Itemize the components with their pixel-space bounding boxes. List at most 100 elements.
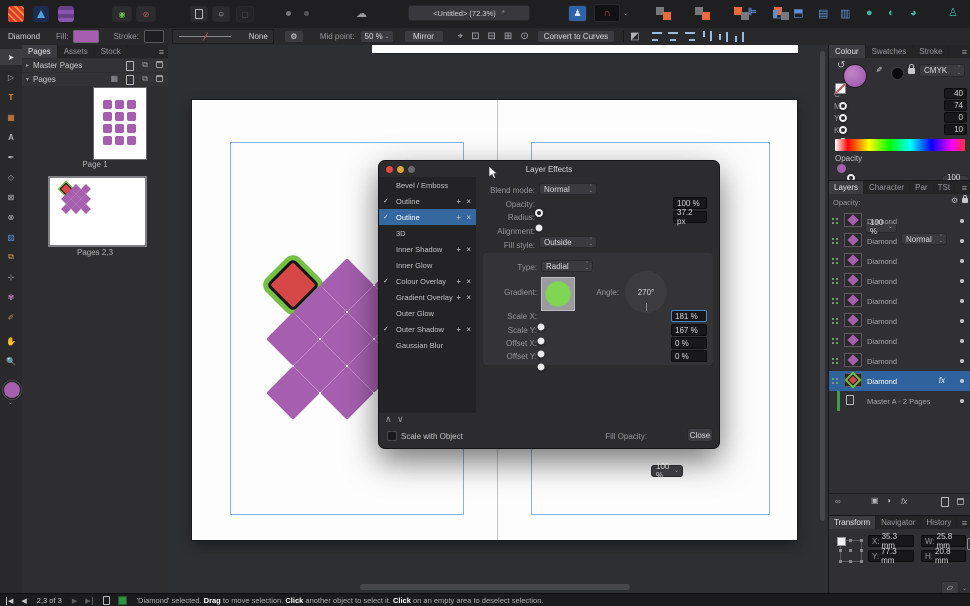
rectangle-frame-tool[interactable]: ⊠ (0, 189, 22, 205)
opacity-colour-dot[interactable] (837, 164, 846, 173)
layer-visibility-toggle[interactable] (960, 399, 964, 403)
align-bottom-icon[interactable] (735, 31, 744, 42)
vertical-scrollbar[interactable] (820, 51, 825, 521)
effect-item-bevel-emboss[interactable]: Bevel / Emboss (379, 177, 476, 193)
stroke-colour-circle[interactable] (891, 67, 904, 80)
transform-objects-separately-icon[interactable]: ⊞ (504, 31, 512, 42)
tab-stroke[interactable]: Stroke (913, 45, 949, 58)
scale-y-field[interactable]: 167 % (671, 324, 707, 336)
clone-tool[interactable]: ⧉ (0, 249, 22, 265)
insert-inside-icon[interactable]: ▤ (818, 7, 828, 20)
delete-master-icon[interactable] (156, 61, 163, 68)
layer-name[interactable]: Diamond (867, 251, 897, 271)
tab-paragraph[interactable]: Par (910, 181, 933, 194)
effect-remove-icon[interactable] (466, 321, 471, 337)
view-hand-tool[interactable]: ✋ (0, 333, 22, 349)
page1-thumbnail[interactable] (93, 87, 147, 160)
layer-row[interactable]: Diamond (829, 251, 970, 271)
layer-name[interactable]: Diamond (867, 331, 897, 351)
colour-well-chevron-icon[interactable]: ⌄ (8, 399, 13, 406)
document-title-menu[interactable]: <Untitled> (72.3%) * (408, 5, 530, 21)
layer-thumbnail[interactable] (844, 313, 862, 327)
tab-history[interactable]: History (921, 516, 957, 529)
scale-x-knob[interactable] (538, 324, 545, 331)
type-dropdown[interactable]: Radial (541, 260, 593, 272)
add-page-icon[interactable] (126, 75, 134, 85)
alignment-dropdown[interactable]: Outside (539, 236, 597, 248)
layer-name[interactable]: Diamond (867, 271, 897, 291)
effect-item-outer-glow[interactable]: Outer Glow (379, 305, 476, 321)
effect-add-icon[interactable] (456, 241, 461, 257)
effect-check-icon[interactable] (383, 321, 389, 337)
effect-item-outer-shadow[interactable]: Outer Shadow (379, 321, 476, 337)
effect-remove-icon[interactable] (466, 273, 471, 289)
colour-picker-tool[interactable]: ✐ (0, 309, 22, 325)
effect-move-up-icon[interactable]: ∧ (385, 414, 392, 425)
cyan-value-field[interactable]: 40 (944, 88, 967, 99)
previous-spread-icon[interactable]: ◀ (21, 597, 26, 605)
pages23-label[interactable]: Pages 2,3 (22, 248, 168, 257)
master-layer-row[interactable]: Master A - 2 Pages (829, 391, 970, 411)
anchor-dot[interactable] (839, 549, 842, 552)
anchor-dot[interactable] (849, 560, 852, 563)
offset-y-knob[interactable] (538, 364, 545, 371)
publisher-app-icon[interactable] (8, 6, 24, 22)
layer-fx-icon[interactable]: fx (939, 376, 945, 385)
tab-stock[interactable]: Stock (95, 45, 128, 58)
spread-indicator[interactable]: 2,3 of 3 (37, 596, 62, 605)
delete-layer-icon[interactable] (957, 498, 964, 505)
anchor-dot[interactable] (860, 539, 863, 542)
fill-colour-circle[interactable] (843, 64, 867, 88)
layer-thumbnail[interactable] (844, 293, 862, 307)
link-layers-icon[interactable]: ∞ (835, 497, 841, 506)
align-top-icon[interactable] (703, 31, 712, 42)
layer-row[interactable]: Diamond (829, 271, 970, 291)
effect-item-inner-shadow[interactable]: Inner Shadow (379, 241, 476, 257)
scale-with-object-checkbox[interactable] (387, 431, 397, 441)
layer-name[interactable]: Diamond (867, 291, 897, 311)
black-value-field[interactable]: 10 (944, 124, 967, 135)
layer-thumbnail[interactable] (844, 253, 862, 267)
crop-tool[interactable]: ⊹ (0, 269, 22, 285)
layer-name[interactable]: Diamond (867, 231, 897, 251)
effect-check-icon[interactable] (383, 273, 389, 289)
duplicate-master-icon[interactable]: ⧉ (142, 60, 148, 70)
layer-row[interactable]: Diamond (829, 211, 970, 231)
geometry-divide-icon[interactable]: ◕ (910, 7, 917, 19)
convert-to-curves-button[interactable]: Convert to Curves (537, 30, 615, 43)
contact-sheet-icon[interactable]: ♟ (568, 5, 587, 22)
pen-tool[interactable]: ✒ (0, 149, 22, 165)
mirror-button[interactable]: Mirror (404, 30, 444, 43)
anchor-dot[interactable] (860, 549, 863, 552)
align-middle-icon[interactable] (719, 31, 728, 42)
offset-y-field[interactable]: 0 % (671, 350, 707, 362)
first-spread-icon[interactable]: ◀ (6, 597, 13, 605)
panel-menu-icon[interactable]: ≡ (962, 47, 967, 57)
layer-visibility-toggle[interactable] (960, 279, 964, 283)
layer-thumbnail[interactable] (844, 273, 862, 287)
next-spread-icon[interactable]: ▶ (72, 597, 77, 605)
layer-lock-icon[interactable] (962, 198, 968, 203)
anchor-dot[interactable] (849, 539, 852, 542)
panel-menu-icon[interactable]: ≡ (159, 47, 164, 57)
collapse-chevron-icon[interactable]: ▸ (26, 62, 29, 69)
save-document-icon[interactable]: ▢ (236, 6, 254, 22)
designer-app-icon[interactable] (33, 6, 49, 22)
cycle-selection-box-icon[interactable]: ⊡ (471, 31, 479, 42)
horizontal-scrollbar[interactable] (360, 584, 630, 590)
stroke-width-widget[interactable]: None (172, 29, 274, 44)
snapshot-icon[interactable] (304, 11, 309, 16)
anchor-dot[interactable] (860, 560, 863, 563)
adjustment-layer-icon[interactable]: ◑ (886, 496, 891, 505)
effect-add-icon[interactable] (456, 273, 461, 289)
align-left-icon[interactable] (652, 32, 663, 41)
move-to-front-icon[interactable] (656, 7, 671, 20)
layer-name[interactable]: Diamond (867, 371, 897, 391)
show-alignment-handles-icon[interactable]: ⊟ (488, 31, 496, 42)
fill-opacity-dropdown[interactable]: 100 % (651, 465, 683, 477)
preferences-gear-icon[interactable]: ◉ (112, 6, 132, 22)
panel-menu-icon[interactable]: ≡ (962, 183, 967, 193)
lock-icon[interactable] (908, 68, 915, 74)
stroke-settings-gear-icon[interactable]: ⚙ (284, 30, 304, 43)
effect-add-icon[interactable] (456, 209, 461, 225)
